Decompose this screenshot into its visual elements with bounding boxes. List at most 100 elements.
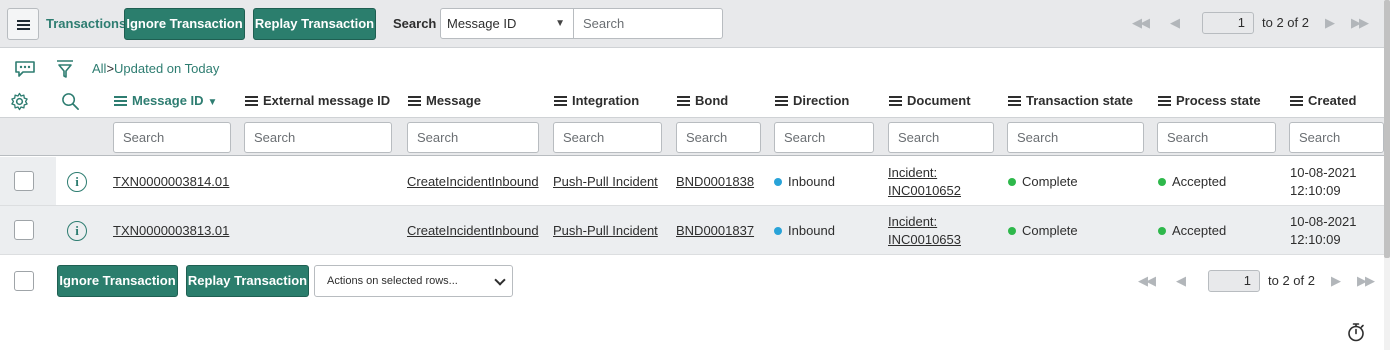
direction-status-dot [774,227,782,235]
column-menu-icon[interactable] [408,96,421,106]
message-id-link[interactable]: TXN0000003814.01 [113,174,229,189]
column-menu-icon[interactable] [1290,96,1303,106]
search-label: Search [393,16,437,31]
message-id-search-input[interactable] [113,122,231,153]
column-header-bond[interactable]: Bond [677,93,728,108]
column-menu-icon[interactable] [554,96,567,106]
next-page-icon[interactable]: ▶ [1331,270,1341,292]
column-header-direction[interactable]: Direction [775,93,849,108]
search-input[interactable] [573,8,723,39]
last-page-icon[interactable]: ▶▶ [1357,270,1375,292]
search-field-selected: Message ID [447,16,517,31]
column-menu-icon[interactable] [114,96,127,106]
footer-ignore-transaction-button[interactable]: Ignore Transaction [57,265,178,297]
page-number-input[interactable]: 1 [1202,12,1254,34]
caret-down-icon: ▼ [555,18,565,29]
last-page-icon[interactable]: ▶▶ [1351,12,1369,34]
prev-page-icon[interactable]: ◀ [1170,12,1180,34]
page-range-text: to 2 of 2 [1262,15,1309,30]
created-search-input[interactable] [1289,122,1384,153]
column-menu-icon[interactable] [775,96,788,106]
external-message-id-search-input[interactable] [244,122,392,153]
column-header-integration[interactable]: Integration [554,93,639,108]
column-header-message[interactable]: Message [408,93,481,108]
row-checkbox[interactable] [14,171,34,191]
bond-link[interactable]: BND0001837 [676,223,754,238]
process-state-search-input[interactable] [1157,122,1276,153]
column-header-document[interactable]: Document [889,93,971,108]
actions-select-value: Actions on selected rows... [327,275,458,287]
column-header-created[interactable]: Created [1290,93,1356,108]
prev-page-icon[interactable]: ◀ [1176,270,1186,292]
process-state-cell: Accepted [1158,174,1226,189]
transaction-state-dot [1008,178,1016,186]
funnel-icon[interactable] [55,59,75,82]
integration-link[interactable]: Push-Pull Incident [553,223,658,238]
created-cell: 10-08-2021 12:10:09 [1290,165,1357,198]
process-state-dot [1158,227,1166,235]
row-checkbox[interactable] [14,220,34,240]
scrollbar[interactable] [1384,0,1390,350]
breadcrumb-separator: > [106,61,115,76]
pager-top: ◀◀ ◀ 1 to 2 of 2 ▶ ▶▶ [1132,12,1382,34]
transaction-state-dot [1008,227,1016,235]
page-number-input[interactable]: 1 [1208,270,1260,292]
column-menu-icon[interactable] [1008,96,1021,106]
message-link[interactable]: CreateIncidentInbound [407,174,539,189]
chat-bubble-icon[interactable] [14,60,36,81]
document-search-input[interactable] [888,122,994,153]
created-cell: 10-08-2021 12:10:09 [1290,214,1357,247]
select-all-checkbox[interactable] [14,271,34,291]
stopwatch-icon[interactable] [1346,322,1366,345]
message-search-input[interactable] [407,122,539,153]
document-link[interactable]: Incident: INC0010653 [888,213,961,249]
info-icon[interactable]: i [67,172,87,192]
bond-search-input[interactable] [676,122,761,153]
integration-link[interactable]: Push-Pull Incident [553,174,658,189]
search-field-select[interactable]: Message ID ▼ [440,8,574,39]
transaction-state-cell: Complete [1008,223,1078,238]
column-header-process-state[interactable]: Process state [1158,93,1261,108]
direction-search-input[interactable] [774,122,874,153]
column-menu-icon[interactable] [677,96,690,106]
breadcrumb: All>Updated on Today [92,61,219,76]
process-state-dot [1158,178,1166,186]
pager-bottom: ◀◀ ◀ 1 to 2 of 2 ▶ ▶▶ [1138,270,1384,292]
table-row: i TXN0000003813.01 CreateIncidentInbound… [0,206,1384,255]
footer-replay-transaction-button[interactable]: Replay Transaction [186,265,309,297]
column-menu-icon[interactable] [1158,96,1171,106]
chevron-down-icon [494,274,506,286]
scrollbar-thumb[interactable] [1384,0,1390,258]
replay-transaction-button[interactable]: Replay Transaction [253,8,376,40]
integration-search-input[interactable] [553,122,662,153]
ignore-transaction-button[interactable]: Ignore Transaction [124,8,245,40]
next-page-icon[interactable]: ▶ [1325,12,1335,34]
first-page-icon[interactable]: ◀◀ [1132,12,1150,34]
column-menu-icon[interactable] [889,96,902,106]
message-link[interactable]: CreateIncidentInbound [407,223,539,238]
document-link[interactable]: Incident: INC0010652 [888,164,961,200]
column-header-external-message-id[interactable]: External message ID [245,93,390,108]
column-header-message-id[interactable]: Message ID ▼ [114,93,217,108]
sort-descending-icon: ▼ [207,97,218,108]
breadcrumb-all[interactable]: All [92,61,106,76]
table-row: i TXN0000003814.01 CreateIncidentInbound… [0,157,1384,206]
process-state-cell: Accepted [1158,223,1226,238]
transaction-state-cell: Complete [1008,174,1078,189]
actions-on-selected-rows-select[interactable]: Actions on selected rows... [314,265,513,297]
direction-cell: Inbound [774,174,835,189]
bond-link[interactable]: BND0001838 [676,174,754,189]
direction-status-dot [774,178,782,186]
page-title: Transactions [46,16,127,31]
search-icon[interactable] [61,92,80,114]
message-id-link[interactable]: TXN0000003813.01 [113,223,229,238]
gear-icon[interactable] [10,92,29,114]
list-header: Transactions Ignore Transaction Replay T… [0,0,1390,48]
breadcrumb-filter[interactable]: Updated on Today [114,61,219,76]
hamburger-icon[interactable] [7,8,39,40]
first-page-icon[interactable]: ◀◀ [1138,270,1156,292]
column-menu-icon[interactable] [245,96,258,106]
column-header-transaction-state[interactable]: Transaction state [1008,93,1133,108]
info-icon[interactable]: i [67,221,87,241]
transaction-state-search-input[interactable] [1007,122,1144,153]
